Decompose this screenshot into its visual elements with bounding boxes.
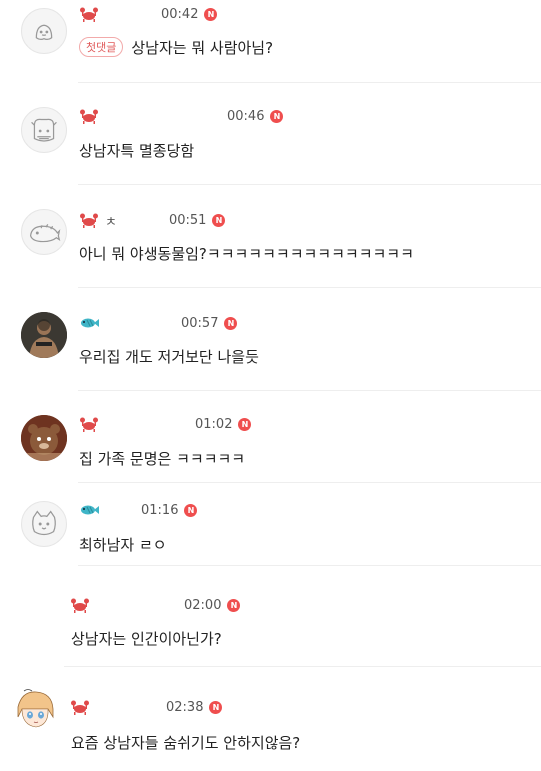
comment-text: 상남자는 뭐 사람아님? <box>131 39 274 57</box>
comment-meta: 01:16 N <box>79 499 198 521</box>
nickname-redacted[interactable] <box>99 105 223 127</box>
comment-meta: 02:00 N <box>70 594 241 616</box>
crab-badge-icon <box>79 211 99 229</box>
fish-badge-icon <box>79 501 99 519</box>
timestamp: 00:42 <box>161 6 199 22</box>
nickname-redacted[interactable] <box>116 209 165 231</box>
new-badge-icon: N <box>238 417 252 431</box>
comment-text: 아니 뭐 야생동물임?ㅋㅋㅋㅋㅋㅋㅋㅋㅋㅋㅋㅋㅋㅋㅋ <box>79 245 414 263</box>
comment-text: 요즘 상남자들 숨쉬기도 안하지않음? <box>71 734 301 752</box>
comment-meta: 02:38 N <box>70 696 223 718</box>
profile-photo-avatar[interactable] <box>21 312 67 358</box>
comment-item: 02:00 N 상남자는 인간이아닌가? <box>0 562 541 666</box>
comment-item: 01:02 N 집 가족 문명은 ㅋㅋㅋㅋㅋ <box>0 391 541 491</box>
new-badge-icon: N <box>212 213 226 227</box>
nickname-redacted[interactable] <box>90 594 180 616</box>
comment-meta: 00:46 N <box>79 105 284 127</box>
comment-text: 우리집 개도 저거보단 나을듯 <box>79 348 259 366</box>
crab-badge-icon <box>70 596 90 614</box>
comment-item: 00:46 N 상남자특 멸종당함 <box>0 83 541 183</box>
new-badge-icon: N <box>209 700 223 714</box>
comment-text: 최하남자 ㄹㅇ <box>79 536 167 554</box>
timestamp: 00:57 <box>181 315 219 331</box>
nickname-redacted[interactable] <box>99 413 191 435</box>
nickname-redacted[interactable] <box>90 696 162 718</box>
timestamp: 02:38 <box>166 699 204 715</box>
default-avatar-icon[interactable] <box>21 209 67 255</box>
new-badge-icon: N <box>227 598 241 612</box>
crab-badge-icon <box>79 107 99 125</box>
nickname-fragment[interactable]: ㅊ <box>105 211 117 230</box>
comment-meta: ㅊ 00:51 N <box>79 209 226 231</box>
comment-text: 상남자특 멸종당함 <box>79 142 195 160</box>
fish-badge-icon <box>79 314 99 332</box>
default-avatar-icon[interactable] <box>21 501 67 547</box>
default-avatar-icon[interactable] <box>21 107 67 153</box>
comment-item: 00:42 N 첫댓글 상남자는 뭐 사람아님? <box>0 0 541 80</box>
nickname-redacted[interactable] <box>99 499 137 521</box>
nickname-redacted[interactable] <box>99 312 177 334</box>
profile-photo-avatar[interactable] <box>21 415 67 461</box>
first-comment-tag: 첫댓글 <box>79 37 124 57</box>
comment-item: 02:38 N 요즘 상남자들 숨쉬기도 안하지않음? <box>0 667 541 771</box>
new-badge-icon: N <box>204 7 218 21</box>
timestamp: 01:16 <box>141 502 179 518</box>
anime-avatar[interactable] <box>12 687 58 733</box>
crab-badge-icon <box>79 415 99 433</box>
nickname-redacted[interactable] <box>99 3 157 25</box>
comment-text: 집 가족 문명은 ㅋㅋㅋㅋㅋ <box>79 450 246 468</box>
comment-text: 상남자는 인간이아닌가? <box>71 630 222 648</box>
new-badge-icon: N <box>184 503 198 517</box>
timestamp: 00:51 <box>168 212 207 228</box>
default-avatar-icon[interactable] <box>21 8 67 54</box>
comment-meta: 00:42 N <box>79 3 218 25</box>
comment-item: 00:57 N 우리집 개도 저거보단 나을듯 <box>0 288 541 388</box>
comment-meta: 00:57 N <box>79 312 238 334</box>
timestamp: 00:46 <box>227 108 265 124</box>
new-badge-icon: N <box>224 316 238 330</box>
avatar-redacted <box>0 562 64 658</box>
comment-item: ㅊ 00:51 N 아니 뭐 야생동물임?ㅋㅋㅋㅋㅋㅋㅋㅋㅋㅋㅋㅋㅋㅋㅋ <box>0 185 541 285</box>
comment-body: 첫댓글 상남자는 뭐 사람아님? <box>79 37 273 58</box>
comment-item: 01:16 N 최하남자 ㄹㅇ <box>0 483 541 563</box>
timestamp: 02:00 <box>184 597 222 613</box>
crab-badge-icon <box>79 5 99 23</box>
timestamp: 01:02 <box>195 416 233 432</box>
new-badge-icon: N <box>270 109 284 123</box>
crab-badge-icon <box>70 698 90 716</box>
comment-meta: 01:02 N <box>79 413 252 435</box>
